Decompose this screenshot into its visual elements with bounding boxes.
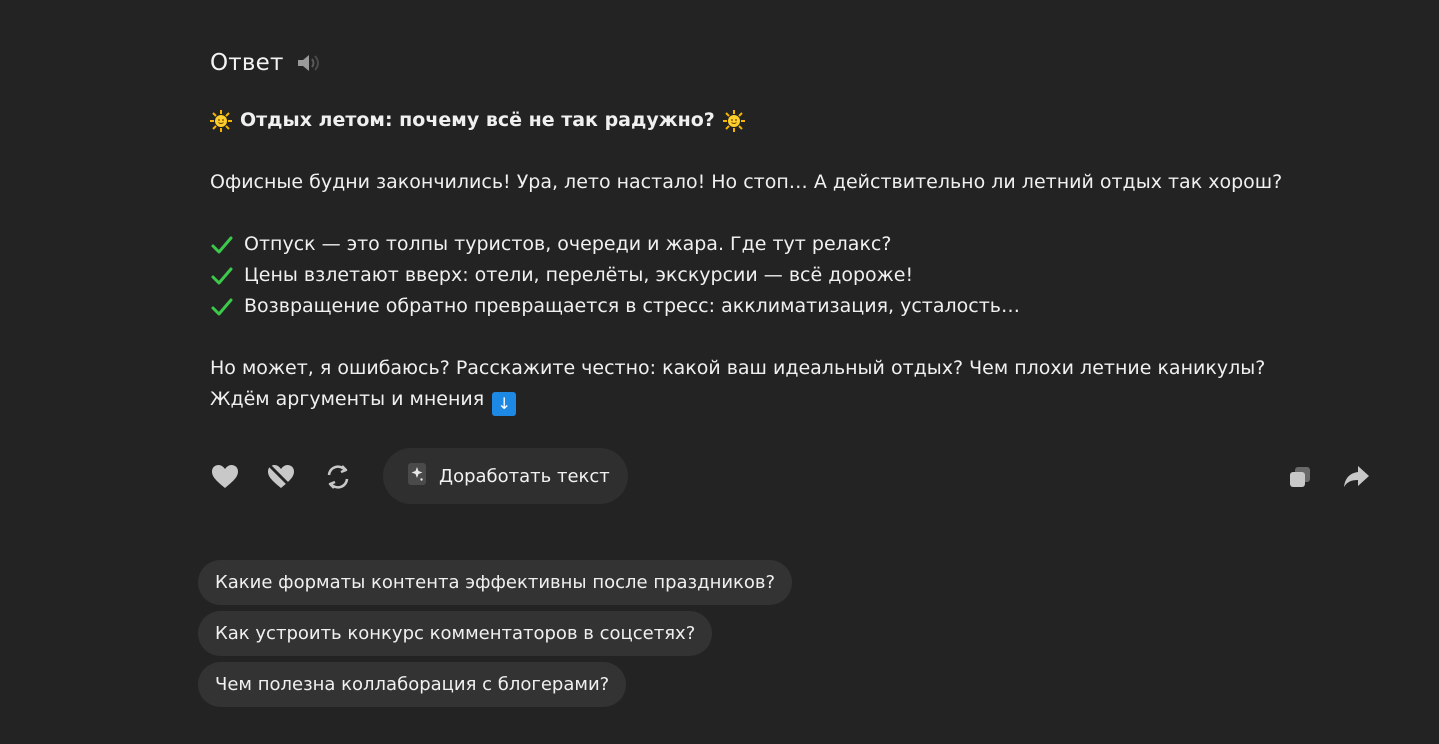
answer-header: Ответ (210, 50, 322, 76)
list-item: Отпуск — это толпы туристов, очереди и ж… (210, 229, 1400, 260)
message-closing: Ждём аргументы и мнения (210, 388, 485, 410)
improve-text-button[interactable]: Доработать текст (383, 448, 628, 504)
message-question: Но может, я ошибаюсь? Расскажите честно:… (210, 357, 1266, 379)
chat-answer-view: Ответ Отдых летом: почему всё не так рад… (0, 0, 1439, 744)
list-item: Возвращение обратно превращается в стрес… (210, 291, 1400, 322)
suggestion-chip[interactable]: Как устроить конкурс комментаторов в соц… (198, 611, 713, 656)
suggestion-chip[interactable]: Какие форматы контента эффективны после … (198, 560, 793, 605)
sun-icon (722, 109, 745, 132)
suggested-questions: Какие форматы контента эффективны после … (198, 560, 793, 707)
points-list: Отпуск — это толпы туристов, очереди и ж… (210, 229, 1400, 322)
refresh-icon[interactable] (323, 462, 353, 492)
check-mark-icon (210, 265, 234, 287)
sun-icon (210, 109, 232, 132)
message-intro: Офисные будни закончились! Ура, лето нас… (210, 171, 1283, 193)
message-heading-line: Отдых летом: почему всё не так радужно? (210, 105, 1400, 136)
sparkle-edit-icon (407, 462, 427, 491)
suggestion-chip[interactable]: Чем полезна коллаборация с блогерами? (198, 662, 627, 707)
share-icon[interactable] (1341, 462, 1371, 492)
point-text: Цены взлетают вверх: отели, перелёты, эк… (244, 264, 914, 286)
point-text: Возвращение обратно превращается в стрес… (244, 295, 1020, 317)
check-mark-icon (210, 234, 234, 256)
broken-heart-icon[interactable] (266, 462, 296, 492)
message-heading: Отдых летом: почему всё не так радужно? (240, 109, 715, 131)
message-question-block: Но может, я ошибаюсь? Расскажите честно:… (210, 353, 1400, 416)
check-mark-icon (210, 296, 234, 318)
answer-actions-bar: Доработать текст (210, 448, 1370, 506)
list-item: Цены взлетают вверх: отели, перелёты, эк… (210, 260, 1400, 291)
copy-icon[interactable] (1285, 462, 1315, 492)
message-closing-line: Ждём аргументы и мнения ↓ (210, 384, 1400, 416)
speaker-icon[interactable] (296, 50, 322, 76)
point-text: Отпуск — это толпы туристов, очереди и ж… (244, 233, 892, 255)
down-arrow-icon: ↓ (492, 392, 517, 416)
heart-icon[interactable] (210, 462, 240, 492)
answer-title: Ответ (210, 50, 284, 76)
improve-text-label: Доработать текст (439, 465, 610, 487)
answer-content: Отдых летом: почему всё не так радужно? … (210, 105, 1400, 416)
